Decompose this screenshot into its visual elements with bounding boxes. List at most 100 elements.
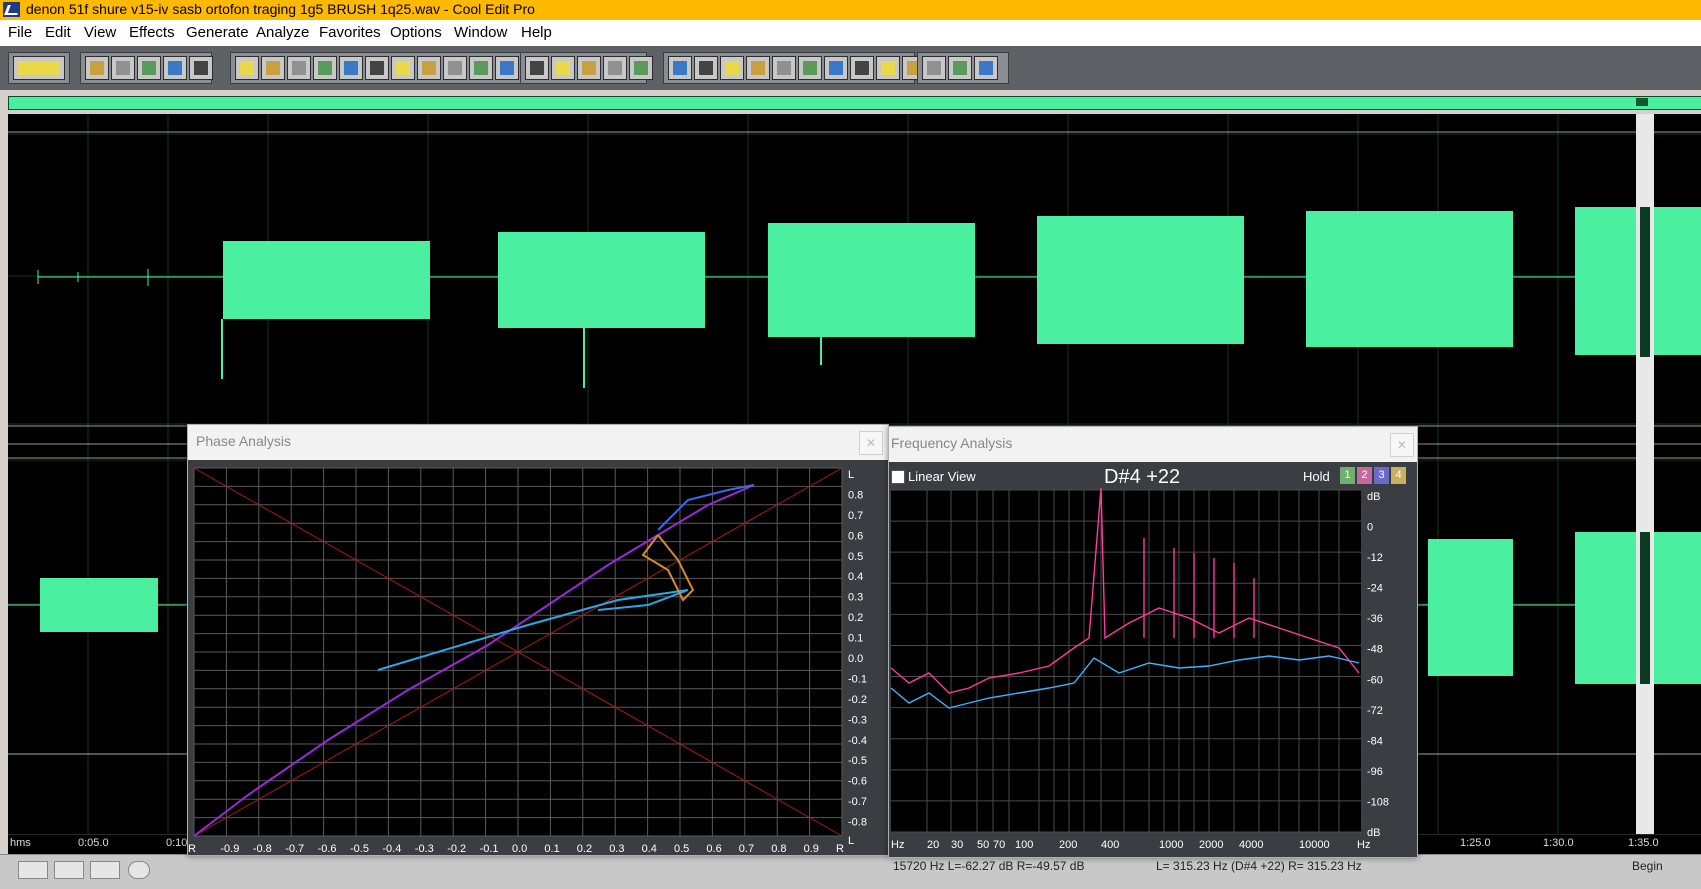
multitrack-icon-button[interactable] [668, 56, 692, 80]
menu-options[interactable]: Options [390, 24, 442, 41]
phase-x-label: R [836, 843, 844, 855]
mix-paste-icon-button[interactable] [443, 56, 467, 80]
zoom-out-icon-button[interactable] [603, 56, 627, 80]
copy-icon-button[interactable] [313, 56, 337, 80]
phase-y-label: 0.5 [848, 551, 863, 563]
batch-icon-button[interactable] [824, 56, 848, 80]
toolbar-group [520, 52, 653, 84]
menu-help[interactable]: Help [521, 24, 552, 41]
phase-x-label: -0.8 [253, 843, 272, 855]
waveform-overview[interactable] [8, 96, 1701, 110]
playlist-icon-button[interactable] [720, 56, 744, 80]
phase-x-label: -0.2 [447, 843, 466, 855]
cut-icon-button[interactable] [365, 56, 389, 80]
save-icon-button[interactable] [137, 56, 161, 80]
menu-file[interactable]: File [8, 24, 32, 41]
transport-record-button[interactable] [128, 861, 150, 879]
spectrum-plot[interactable]: dB 0 -12 -24 -36 -48 -60 -72 -84 -96 -108 dB Hz 20 30… [889, 488, 1417, 858]
paste-new-icon-button[interactable] [417, 56, 441, 80]
phase-x-label: -0.3 [415, 843, 434, 855]
play-icon [751, 61, 765, 75]
linear-view-checkbox[interactable] [891, 470, 905, 484]
copy-new-icon [344, 61, 358, 75]
toolbar-group [917, 52, 1009, 84]
meter-icon-button[interactable] [850, 56, 874, 80]
overview-view-marker[interactable] [1636, 98, 1648, 106]
phase-x-label: 0.5 [674, 843, 689, 855]
hold-3-button[interactable]: 3 [1374, 467, 1389, 484]
hold-2-button[interactable]: 2 [1357, 467, 1372, 484]
toolbar-button[interactable] [974, 56, 998, 80]
transport-icon [18, 61, 60, 75]
menu-window[interactable]: Window [454, 24, 507, 41]
menu-generate[interactable]: Generate [186, 24, 249, 41]
undo-icon-button[interactable] [235, 56, 259, 80]
spectrum-hz-label: 2000 [1199, 839, 1223, 851]
phase-x-label: 0.8 [771, 843, 786, 855]
menu-edit[interactable]: Edit [45, 24, 71, 41]
frequency-icon-button[interactable] [876, 56, 900, 80]
phase-y-label: -0.8 [848, 817, 867, 829]
transport-icon-button[interactable] [13, 56, 65, 80]
phase-y-label: -0.7 [848, 796, 867, 808]
trim-to-selection-icon-button[interactable] [495, 56, 519, 80]
phase-x-label: -0.9 [220, 843, 239, 855]
trim-icon-button[interactable] [469, 56, 493, 80]
new-file-icon-button[interactable] [85, 56, 109, 80]
marker-icon-button[interactable] [551, 56, 575, 80]
frequency-close-icon[interactable]: ✕ [1390, 433, 1414, 457]
cue-list-icon-button[interactable] [694, 56, 718, 80]
open-folder-icon [116, 61, 130, 75]
spectrum-db-label: -108 [1367, 796, 1389, 808]
spectrum-db-label: 0 [1367, 522, 1373, 534]
menu-view[interactable]: View [84, 24, 116, 41]
close-file-icon-button[interactable] [189, 56, 213, 80]
phase-y-label: 0.7 [848, 510, 863, 522]
find-icon-button[interactable] [772, 56, 796, 80]
copy-icon [318, 61, 332, 75]
phase-x-label: 0.2 [577, 843, 592, 855]
save-all-icon-button[interactable] [163, 56, 187, 80]
spectral-view-icon-button[interactable] [525, 56, 549, 80]
hold-1-button[interactable]: 1 [1340, 467, 1355, 484]
waveform-burst [40, 578, 158, 632]
menu-favorites[interactable]: Favorites [319, 24, 381, 41]
status-bar: 15720 Hz L=-62.27 dB R=-49.57 dB L= 315.… [0, 854, 1701, 889]
repeat-icon [292, 61, 306, 75]
hold-4-button[interactable]: 4 [1391, 467, 1406, 484]
find-icon [777, 61, 791, 75]
phase-x-label: 0.6 [706, 843, 721, 855]
transport-stop-button[interactable] [18, 861, 48, 879]
spectrum-hz-label: 1000 [1159, 839, 1183, 851]
undo-icon [240, 61, 254, 75]
transport-pause-button[interactable] [90, 861, 120, 879]
zoom-in-icon-button[interactable] [577, 56, 601, 80]
zoom-full-icon-button[interactable] [629, 56, 653, 80]
trim-icon [474, 61, 488, 75]
phase-x-label: 0.0 [512, 843, 527, 855]
waveform-burst [1306, 211, 1513, 347]
frequency-plot-panel: Linear View D#4 +22 Hold 1 2 3 4 dB 0 -12 -… [889, 462, 1417, 858]
phase-plot[interactable]: L 0.8 0.7 0.6 0.5 0.4 0.3 0.2 0.1 0.0 -0.1 -0.2 -0.3… [188, 460, 888, 855]
spectrum-db-label: -60 [1367, 674, 1383, 686]
copy-new-icon-button[interactable] [339, 56, 363, 80]
selection-region [1640, 207, 1650, 357]
settings-icon-button[interactable] [922, 56, 946, 80]
spectrum-db-label: -96 [1367, 766, 1383, 778]
menu-analyze[interactable]: Analyze [256, 24, 309, 41]
new-file-icon [90, 61, 104, 75]
transport-play-button[interactable] [54, 861, 84, 879]
waveform-burst [1037, 216, 1244, 344]
menu-effects[interactable]: Effects [129, 24, 175, 41]
frequency-window-title: Frequency Analysis [891, 435, 1013, 451]
redo-icon-button[interactable] [261, 56, 285, 80]
phase-plot-panel: L 0.8 0.7 0.6 0.5 0.4 0.3 0.2 0.1 0.0 -0.1 -0.2 -0.3… [188, 460, 888, 855]
open-folder-icon-button[interactable] [111, 56, 135, 80]
help-icon-button[interactable] [948, 56, 972, 80]
phase-close-icon[interactable]: ✕ [859, 431, 883, 455]
time-format-icon-button[interactable] [798, 56, 822, 80]
play-icon-button[interactable] [746, 56, 770, 80]
repeat-icon-button[interactable] [287, 56, 311, 80]
spectrum-db-label: dB [1367, 827, 1380, 839]
paste-icon-button[interactable] [391, 56, 415, 80]
